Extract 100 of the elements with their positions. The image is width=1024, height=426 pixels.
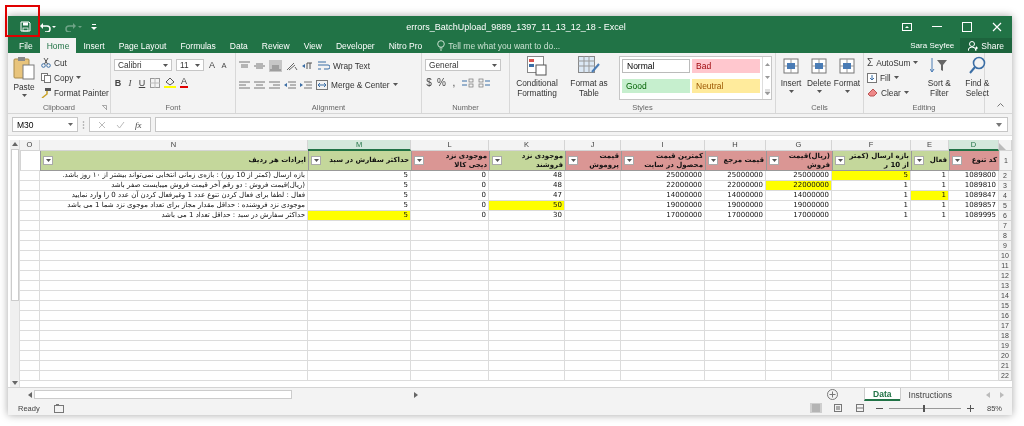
format-painter-button[interactable]: Format Painter: [41, 86, 109, 99]
scroll-up-icon[interactable]: [11, 142, 18, 146]
scroll-down-icon[interactable]: [11, 381, 18, 385]
number-format-field[interactable]: General: [425, 59, 501, 71]
formula-input[interactable]: [154, 117, 1008, 132]
align-bottom-icon[interactable]: [269, 59, 282, 72]
empty-cell: [766, 321, 832, 331]
empty-cell: [911, 241, 949, 251]
ribbon-tab[interactable]: Nitro Pro: [381, 38, 430, 53]
empty-cell: [705, 241, 766, 251]
filter-button[interactable]: [914, 156, 924, 165]
filter-button[interactable]: [311, 156, 321, 165]
font-size-field[interactable]: 11: [176, 59, 204, 71]
filter-button[interactable]: [568, 156, 578, 165]
empty-cell: [705, 341, 766, 351]
cell-style-option[interactable]: Bad: [692, 59, 760, 73]
save-button[interactable]: [20, 19, 31, 34]
empty-cell: [20, 311, 40, 321]
zoom-in-icon[interactable]: [967, 404, 974, 412]
conditional-format-icon: [527, 56, 547, 76]
copy-button[interactable]: Copy: [41, 71, 109, 84]
collapse-ribbon-icon[interactable]: [997, 102, 1004, 107]
cells-command-button[interactable]: Delete: [807, 56, 831, 93]
format-as-table-button[interactable]: Format as Table: [565, 56, 613, 99]
percent-button[interactable]: %: [437, 77, 446, 88]
cells-command-button[interactable]: Format: [835, 56, 859, 93]
user-name[interactable]: Sara Seyfee: [910, 38, 961, 53]
tell-me-field[interactable]: Tell me what you want to do...: [448, 40, 599, 51]
filter-button[interactable]: [624, 156, 634, 165]
ribbon-tab[interactable]: File: [12, 38, 40, 53]
currency-button[interactable]: $: [425, 77, 433, 88]
ribbon-tab[interactable]: Developer: [328, 38, 382, 53]
conditional-formatting-button[interactable]: Conditional Formatting: [513, 56, 561, 99]
borders-icon[interactable]: [150, 77, 160, 88]
filter-button[interactable]: [952, 156, 962, 165]
expand-icon[interactable]: [996, 122, 1002, 127]
macro-record-icon[interactable]: [53, 403, 64, 413]
dialog-launcher-icon[interactable]: [102, 105, 107, 110]
clear-button[interactable]: Clear: [867, 86, 919, 99]
underline-button[interactable]: U: [138, 77, 146, 88]
ribbon-tab[interactable]: Review: [254, 38, 297, 53]
fill-down-icon: [867, 72, 877, 83]
filter-button[interactable]: [492, 156, 502, 165]
scroll-left-icon[interactable]: [28, 391, 32, 398]
filter-button[interactable]: [835, 156, 845, 165]
fill-button[interactable]: Fill: [867, 71, 919, 84]
filter-button[interactable]: [414, 156, 424, 165]
wrap-text-button[interactable]: Wrap Text: [318, 59, 371, 72]
scroll-right-icon[interactable]: [414, 391, 418, 398]
empty-cell: [565, 371, 621, 381]
fill-color-icon[interactable]: [164, 77, 176, 88]
empty-cell: [911, 291, 949, 301]
font-color-button[interactable]: A: [180, 77, 188, 88]
find-select-button[interactable]: Find & Select: [960, 56, 995, 99]
ribbon-tab[interactable]: Formulas: [173, 38, 223, 53]
decrease-indent-icon[interactable]: [284, 79, 296, 90]
caret-icon[interactable]: [195, 63, 200, 67]
empty-cell: [20, 191, 40, 201]
ribbon-tab[interactable]: View: [296, 38, 329, 53]
cell-style-option[interactable]: Good: [622, 79, 690, 93]
filter-button[interactable]: [43, 156, 53, 165]
vertical-scrollbar[interactable]: [10, 140, 20, 387]
bold-button[interactable]: B: [114, 77, 122, 88]
add-sheet-icon[interactable]: [827, 389, 839, 400]
merge-center-button[interactable]: Merge & Center: [316, 78, 398, 91]
share-button[interactable]: Share: [960, 38, 1012, 53]
page-layout-view-icon[interactable]: [832, 403, 844, 413]
page-break-view-icon[interactable]: [854, 403, 866, 413]
italic-button[interactable]: I: [126, 77, 134, 88]
cut-button[interactable]: Cut: [41, 56, 109, 69]
paste-button[interactable]: Paste: [11, 56, 37, 97]
filter-button[interactable]: [769, 156, 779, 165]
empty-cell: [705, 301, 766, 311]
cell-style-option[interactable]: Neutral: [692, 79, 760, 93]
autosum-button[interactable]: Σ AutoSum: [867, 56, 919, 69]
filter-button[interactable]: [708, 156, 718, 165]
insert-function-button[interactable]: fx: [135, 119, 142, 130]
empty-cell: [565, 331, 621, 341]
caret-icon[interactable]: [163, 63, 168, 67]
ribbon-tab[interactable]: Insert: [76, 38, 112, 53]
cells-command-button[interactable]: Insert: [779, 56, 803, 93]
sheet-tab[interactable]: Data: [864, 388, 900, 401]
text-direction-icon[interactable]: [302, 60, 314, 71]
ribbon-tab[interactable]: Page Layout: [111, 38, 174, 53]
horizontal-scrollbar[interactable]: [28, 390, 418, 399]
caret-icon[interactable]: [492, 63, 497, 67]
orientation-icon[interactable]: [286, 60, 298, 71]
empty-cell: [565, 301, 621, 311]
increase-indent-icon[interactable]: [300, 79, 312, 90]
font-family-field[interactable]: Calibri: [114, 59, 172, 71]
ribbon-tab[interactable]: Data: [222, 38, 255, 53]
grow-font-button[interactable]: A: [208, 60, 216, 70]
comma-style-button[interactable]: ,: [449, 77, 458, 88]
name-box[interactable]: M30: [12, 117, 78, 132]
caret-icon: [844, 90, 850, 93]
caret-icon[interactable]: [68, 123, 73, 126]
empty-cell: [766, 341, 832, 351]
sort-filter-button[interactable]: Sort & Filter: [922, 56, 957, 99]
ribbon-tab[interactable]: Home: [39, 38, 77, 53]
cell-style-option[interactable]: Normal: [622, 59, 690, 73]
